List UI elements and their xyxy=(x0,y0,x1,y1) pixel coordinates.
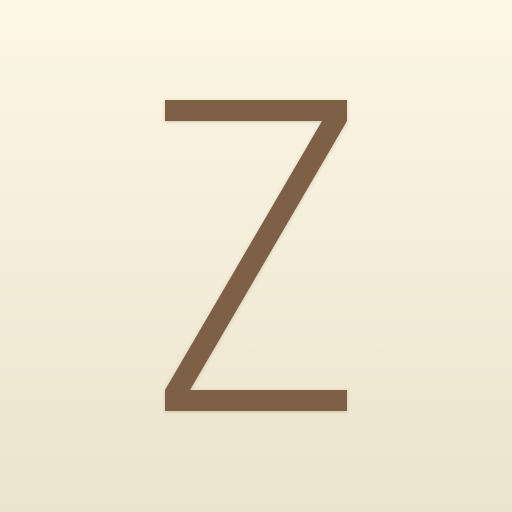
z-logo-icon: Z xyxy=(165,100,347,411)
app-icon: Z xyxy=(0,0,512,512)
logo-letter-z xyxy=(165,100,347,411)
